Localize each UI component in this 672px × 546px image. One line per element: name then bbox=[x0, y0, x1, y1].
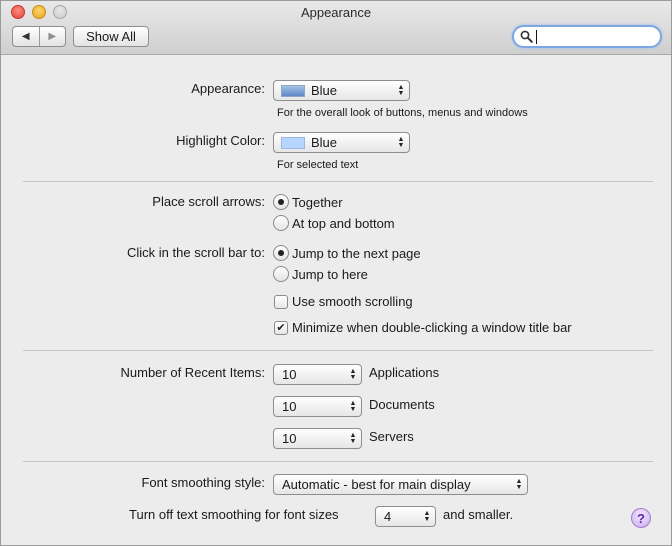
popup-arrows-icon: ▲ ▼ bbox=[349, 399, 357, 413]
minimize-dblclick-label: Minimize when double-clicking a window t… bbox=[292, 320, 572, 335]
popup-arrows-icon: ▲ ▼ bbox=[397, 135, 405, 149]
preferences-content: Appearance: Blue ▲ ▼ For the overall look… bbox=[1, 56, 671, 545]
radio-together-label: Together bbox=[292, 195, 343, 210]
text-caret bbox=[536, 30, 537, 44]
scroll-click-label: Click in the scroll bar to: bbox=[127, 245, 265, 260]
titlebar: Appearance ◀ ▶ Show All bbox=[1, 1, 671, 55]
popup-arrows-icon: ▲ ▼ bbox=[397, 83, 405, 97]
scroll-arrows-label: Place scroll arrows: bbox=[152, 194, 265, 209]
search-icon bbox=[520, 30, 533, 43]
highlight-color-label: Highlight Color: bbox=[176, 133, 265, 148]
radio-top-and-bottom[interactable] bbox=[273, 215, 289, 231]
font-smoothing-popup[interactable]: Automatic - best for main display ▲ ▼ bbox=[273, 474, 528, 495]
popup-arrows-icon: ▲ ▼ bbox=[349, 367, 357, 381]
back-forward-control: ◀ ▶ bbox=[12, 26, 66, 47]
radio-top-and-bottom-label: At top and bottom bbox=[292, 216, 395, 231]
recent-documents-value: 10 bbox=[282, 399, 297, 414]
recent-applications-label: Applications bbox=[369, 365, 440, 380]
appearance-note: For the overall look of buttons, menus a… bbox=[277, 107, 528, 119]
highlight-swatch bbox=[281, 136, 305, 149]
radio-jump-here[interactable] bbox=[273, 266, 289, 282]
radio-together[interactable] bbox=[273, 194, 289, 210]
highlight-note: For selected text bbox=[277, 159, 359, 171]
back-arrow-icon: ◀ bbox=[21, 31, 30, 42]
text-smoothing-size-popup[interactable]: 4 ▲ ▼ bbox=[375, 506, 436, 527]
highlight-selected: Blue bbox=[311, 135, 338, 150]
recent-servers-popup[interactable]: 10 ▲ ▼ bbox=[273, 428, 362, 449]
search-input[interactable] bbox=[512, 25, 662, 48]
checkmark-icon: ✔ bbox=[276, 321, 286, 334]
text-smoothing-suffix: and smaller. bbox=[443, 507, 514, 522]
preferences-window: Appearance ◀ ▶ Show All Appearance: Blue… bbox=[0, 0, 672, 546]
window-title: Appearance bbox=[300, 5, 372, 20]
popup-arrows-icon: ▲ ▼ bbox=[349, 431, 357, 445]
appearance-popup[interactable]: Blue ▲ ▼ bbox=[273, 80, 410, 101]
recent-items-label: Number of Recent Items: bbox=[120, 365, 266, 380]
show-all-button[interactable]: Show All bbox=[73, 26, 149, 47]
back-button[interactable]: ◀ bbox=[13, 27, 40, 46]
section-divider bbox=[23, 181, 653, 182]
section-divider bbox=[23, 461, 653, 462]
recent-servers-value: 10 bbox=[282, 431, 297, 446]
recent-applications-popup[interactable]: 10 ▲ ▼ bbox=[273, 364, 362, 385]
help-button[interactable]: ? bbox=[631, 508, 651, 528]
radio-jump-here-label: Jump to here bbox=[292, 267, 368, 282]
forward-button[interactable]: ▶ bbox=[40, 27, 66, 46]
recent-documents-popup[interactable]: 10 ▲ ▼ bbox=[273, 396, 362, 417]
smooth-scrolling-label: Use smooth scrolling bbox=[292, 294, 413, 309]
smooth-scrolling-checkbox[interactable] bbox=[274, 295, 288, 309]
appearance-swatch bbox=[281, 84, 305, 97]
text-smoothing-size-value: 4 bbox=[384, 509, 392, 524]
recent-documents-label: Documents bbox=[369, 397, 435, 412]
forward-arrow-icon: ▶ bbox=[48, 31, 57, 42]
section-divider bbox=[23, 350, 653, 351]
recent-servers-label: Servers bbox=[369, 429, 414, 444]
font-smoothing-label: Font smoothing style: bbox=[141, 475, 265, 490]
popup-arrows-icon: ▲ ▼ bbox=[423, 509, 431, 523]
recent-applications-value: 10 bbox=[282, 367, 297, 382]
radio-jump-next-page-label: Jump to the next page bbox=[292, 246, 421, 261]
highlight-color-popup[interactable]: Blue ▲ ▼ bbox=[273, 132, 410, 153]
radio-jump-next-page[interactable] bbox=[273, 245, 289, 261]
appearance-selected: Blue bbox=[311, 83, 338, 98]
minimize-dblclick-checkbox[interactable]: ✔ bbox=[274, 321, 288, 335]
question-mark-icon: ? bbox=[637, 510, 645, 526]
text-smoothing-label: Turn off text smoothing for font sizes bbox=[129, 507, 339, 522]
font-smoothing-selected: Automatic - best for main display bbox=[282, 477, 471, 492]
appearance-label: Appearance: bbox=[191, 81, 265, 96]
popup-arrows-icon: ▲ ▼ bbox=[515, 477, 523, 491]
